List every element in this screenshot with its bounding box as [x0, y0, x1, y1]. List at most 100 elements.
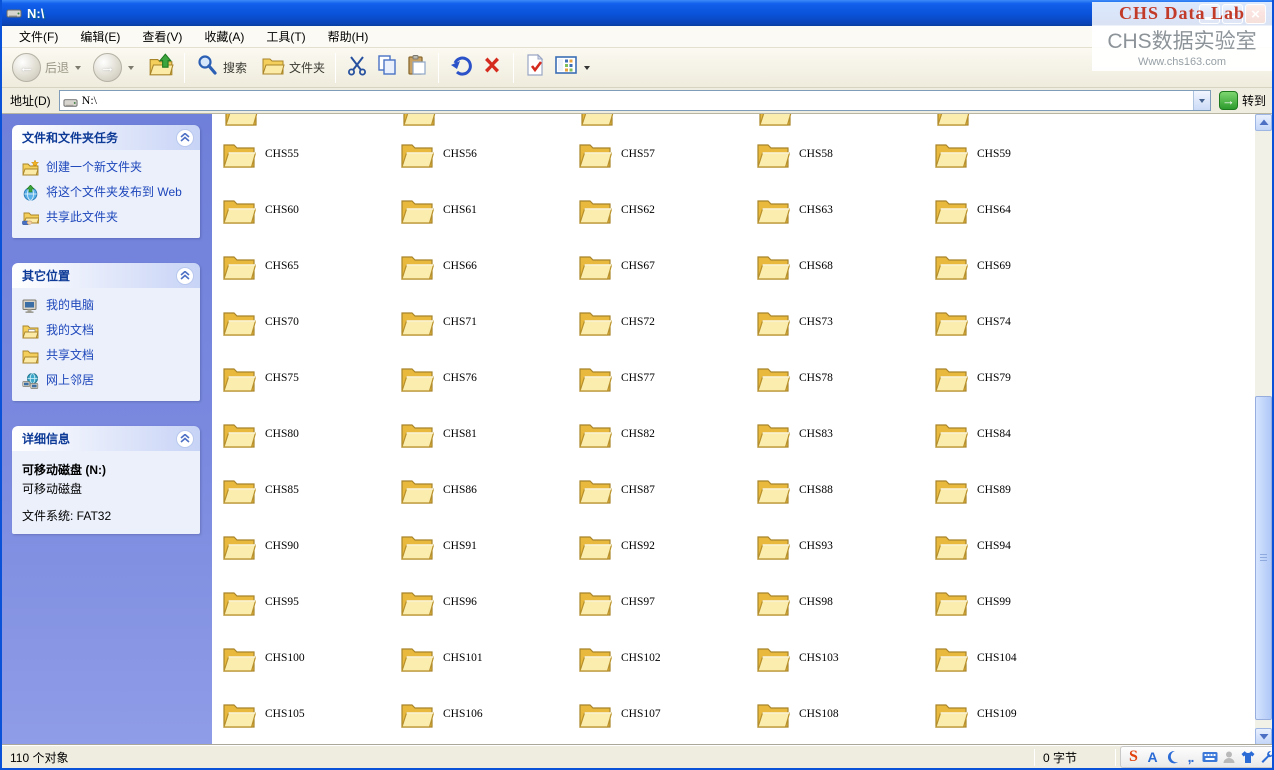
folder-item[interactable]: CHS61	[400, 192, 572, 228]
punctuation-icon[interactable]: ,.	[1182, 749, 1199, 766]
menu-item[interactable]: 帮助(H)	[317, 25, 380, 48]
folder-item[interactable]: CHS104	[934, 640, 1106, 676]
cut-button[interactable]	[342, 52, 372, 83]
undo-button[interactable]	[445, 51, 477, 84]
address-dropdown-button[interactable]	[1193, 91, 1210, 110]
address-input[interactable]: N:\	[59, 90, 1211, 111]
collapse-chevron-icon[interactable]	[176, 430, 194, 448]
folder-item[interactable]: CHS99	[934, 584, 1106, 620]
collapse-chevron-icon[interactable]	[176, 267, 194, 285]
folder-item[interactable]: CHS75	[222, 360, 394, 396]
settings-wrench-icon[interactable]	[1258, 749, 1272, 766]
delete-button[interactable]	[477, 52, 507, 83]
folder-item[interactable]: CHS60	[222, 192, 394, 228]
folder-item[interactable]: CHS55	[222, 136, 394, 172]
panel-header[interactable]: 文件和文件夹任务	[12, 125, 200, 150]
task-link[interactable]: 创建一个新文件夹	[22, 160, 194, 176]
menu-item[interactable]: 查看(V)	[131, 25, 193, 48]
scroll-up-button[interactable]	[1255, 114, 1272, 131]
folder-item[interactable]: CHS87	[578, 472, 750, 508]
folder-item[interactable]: CHS92	[578, 528, 750, 564]
soft-keyboard-icon[interactable]	[1201, 749, 1218, 766]
folder-item[interactable]: CHS93	[756, 528, 928, 564]
folder-item[interactable]: CHS74	[934, 304, 1106, 340]
folder-icon[interactable]	[402, 114, 436, 127]
folder-item[interactable]: CHS77	[578, 360, 750, 396]
folder-item[interactable]: CHS71	[400, 304, 572, 340]
folder-item[interactable]: CHS76	[400, 360, 572, 396]
folder-item[interactable]: CHS80	[222, 416, 394, 452]
folder-item[interactable]: CHS91	[400, 528, 572, 564]
task-link[interactable]: 我的文档	[22, 323, 194, 339]
folder-item[interactable]: CHS70	[222, 304, 394, 340]
folder-item[interactable]: CHS69	[934, 248, 1106, 284]
folder-item[interactable]: CHS89	[934, 472, 1106, 508]
folder-item[interactable]: CHS57	[578, 136, 750, 172]
folder-item[interactable]: CHS102	[578, 640, 750, 676]
folder-item[interactable]: CHS73	[756, 304, 928, 340]
panel-header[interactable]: 其它位置	[12, 263, 200, 288]
menu-item[interactable]: 文件(F)	[8, 25, 69, 48]
task-link[interactable]: 网上邻居	[22, 373, 194, 389]
folder-item[interactable]: CHS98	[756, 584, 928, 620]
folder-item[interactable]: CHS106	[400, 696, 572, 732]
task-link[interactable]: 我的电脑	[22, 298, 194, 314]
scroll-down-button[interactable]	[1255, 728, 1272, 745]
skin-person-icon[interactable]	[1220, 749, 1237, 766]
folder-item[interactable]: CHS79	[934, 360, 1106, 396]
english-toggle-icon[interactable]: A	[1144, 749, 1161, 766]
folder-item[interactable]: CHS63	[756, 192, 928, 228]
folder-icon[interactable]	[936, 114, 970, 127]
folder-item[interactable]: CHS64	[934, 192, 1106, 228]
folder-item[interactable]: CHS66	[400, 248, 572, 284]
task-link[interactable]: 共享此文件夹	[22, 210, 194, 226]
folder-item[interactable]: CHS96	[400, 584, 572, 620]
sogou-logo-icon[interactable]: S	[1125, 749, 1142, 766]
folder-item[interactable]: CHS68	[756, 248, 928, 284]
back-dropdown-icon[interactable]	[75, 66, 81, 70]
folder-item[interactable]: CHS62	[578, 192, 750, 228]
folders-button[interactable]: 文件夹	[257, 51, 329, 84]
task-link[interactable]: 共享文档	[22, 348, 194, 364]
folder-item[interactable]: CHS56	[400, 136, 572, 172]
collapse-chevron-icon[interactable]	[176, 129, 194, 147]
ime-language-bar[interactable]: SA,.	[1120, 746, 1272, 768]
folder-item[interactable]: CHS94	[934, 528, 1106, 564]
folder-item[interactable]: CHS97	[578, 584, 750, 620]
folder-item[interactable]: CHS86	[400, 472, 572, 508]
folder-item[interactable]: CHS108	[756, 696, 928, 732]
folder-icon[interactable]	[758, 114, 792, 127]
folder-item[interactable]: CHS105	[222, 696, 394, 732]
folder-icon[interactable]	[580, 114, 614, 127]
up-button[interactable]	[144, 50, 178, 85]
skin-tshirt-icon[interactable]	[1239, 749, 1256, 766]
folder-item[interactable]: CHS88	[756, 472, 928, 508]
folder-item[interactable]: CHS107	[578, 696, 750, 732]
folder-item[interactable]: CHS101	[400, 640, 572, 676]
folder-item[interactable]: CHS78	[756, 360, 928, 396]
menu-item[interactable]: 收藏(A)	[193, 25, 255, 48]
file-list[interactable]: CHS55CHS56CHS57CHS58CHS59CHS60CHS61CHS62…	[212, 114, 1255, 745]
copy-button[interactable]	[372, 52, 402, 83]
panel-header[interactable]: 详细信息	[12, 426, 200, 451]
back-button[interactable]: ← 后退	[8, 51, 85, 84]
folder-item[interactable]: CHS81	[400, 416, 572, 452]
folder-item[interactable]: CHS90	[222, 528, 394, 564]
scrollbar-thumb[interactable]	[1255, 396, 1272, 720]
folder-item[interactable]: CHS65	[222, 248, 394, 284]
scan-button[interactable]	[520, 52, 550, 83]
forward-dropdown-icon[interactable]	[128, 66, 134, 70]
folder-item[interactable]: CHS72	[578, 304, 750, 340]
forward-button[interactable]: →	[89, 51, 138, 84]
fullwidth-moon-icon[interactable]	[1163, 749, 1180, 766]
views-dropdown-icon[interactable]	[584, 66, 590, 70]
folder-item[interactable]: CHS100	[222, 640, 394, 676]
folder-icon[interactable]	[224, 114, 258, 127]
folder-item[interactable]: CHS67	[578, 248, 750, 284]
search-button[interactable]: 搜索	[191, 51, 251, 84]
vertical-scrollbar[interactable]	[1255, 114, 1272, 745]
menu-item[interactable]: 编辑(E)	[69, 25, 131, 48]
folder-item[interactable]: CHS95	[222, 584, 394, 620]
paste-button[interactable]	[402, 52, 432, 83]
folder-item[interactable]: CHS83	[756, 416, 928, 452]
